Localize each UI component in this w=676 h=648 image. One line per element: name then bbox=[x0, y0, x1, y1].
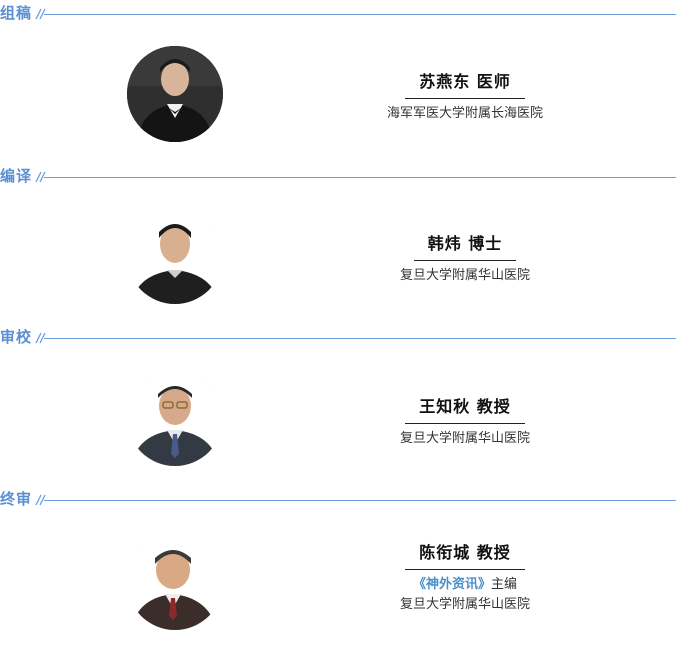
avatar-photo bbox=[127, 46, 223, 142]
avatar-photo bbox=[127, 534, 223, 630]
section-compile: 组稿 苏燕东 医师 海军军医大学附属长海医院 bbox=[0, 0, 676, 162]
section-translate: 编译 韩炜 博士 复旦大学附属华山医院 bbox=[0, 163, 676, 325]
person-info: 陈衔城 教授 《神外资讯》主编 复旦大学附属华山医院 bbox=[360, 539, 570, 614]
section-header: 审校 bbox=[0, 324, 676, 354]
person-photo-icon bbox=[127, 46, 223, 142]
person-photo-icon bbox=[127, 208, 223, 304]
person-role-line: 《神外资讯》主编 bbox=[360, 576, 570, 594]
avatar-photo bbox=[127, 208, 223, 304]
section-title: 组稿 bbox=[0, 4, 33, 22]
person-photo-icon bbox=[127, 534, 223, 630]
section-review: 审校 王知秋 教授 复旦大学附属华山医院 bbox=[0, 324, 676, 486]
person-affiliation: 复旦大学附属华山医院 bbox=[399, 431, 530, 446]
section-header: 编译 bbox=[0, 163, 676, 193]
person-info: 苏燕东 医师 海军军医大学附属长海医院 bbox=[360, 68, 570, 123]
section-final-review: 终审 陈衔城 教授 《神外资讯》主编 复旦大学附属华山医院 bbox=[0, 486, 676, 648]
section-divider bbox=[44, 177, 676, 178]
section-header: 终审 bbox=[0, 486, 676, 516]
person-photo-icon bbox=[127, 370, 223, 466]
section-divider bbox=[44, 338, 676, 339]
person-info: 韩炜 博士 复旦大学附属华山医院 bbox=[360, 230, 570, 285]
section-divider bbox=[44, 500, 676, 501]
person-name: 苏燕东 医师 bbox=[405, 68, 525, 99]
person-affiliation: 复旦大学附属华山医院 bbox=[399, 597, 530, 612]
person-info: 王知秋 教授 复旦大学附属华山医院 bbox=[360, 393, 570, 448]
person-role: 主编 bbox=[491, 577, 518, 592]
person-name: 王知秋 教授 bbox=[405, 393, 525, 424]
section-title: 审校 bbox=[0, 328, 33, 346]
section-title: 编译 bbox=[0, 167, 33, 185]
journal-title: 《神外资讯》 bbox=[412, 577, 491, 592]
section-header: 组稿 bbox=[0, 0, 676, 30]
person-affiliation: 复旦大学附属华山医院 bbox=[399, 268, 530, 283]
person-affiliation: 海军军医大学附属长海医院 bbox=[386, 106, 543, 121]
person-name: 陈衔城 教授 bbox=[405, 539, 525, 570]
section-title: 终审 bbox=[0, 490, 33, 508]
person-name: 韩炜 博士 bbox=[413, 230, 517, 261]
section-divider bbox=[44, 14, 676, 15]
avatar-photo bbox=[127, 370, 223, 466]
